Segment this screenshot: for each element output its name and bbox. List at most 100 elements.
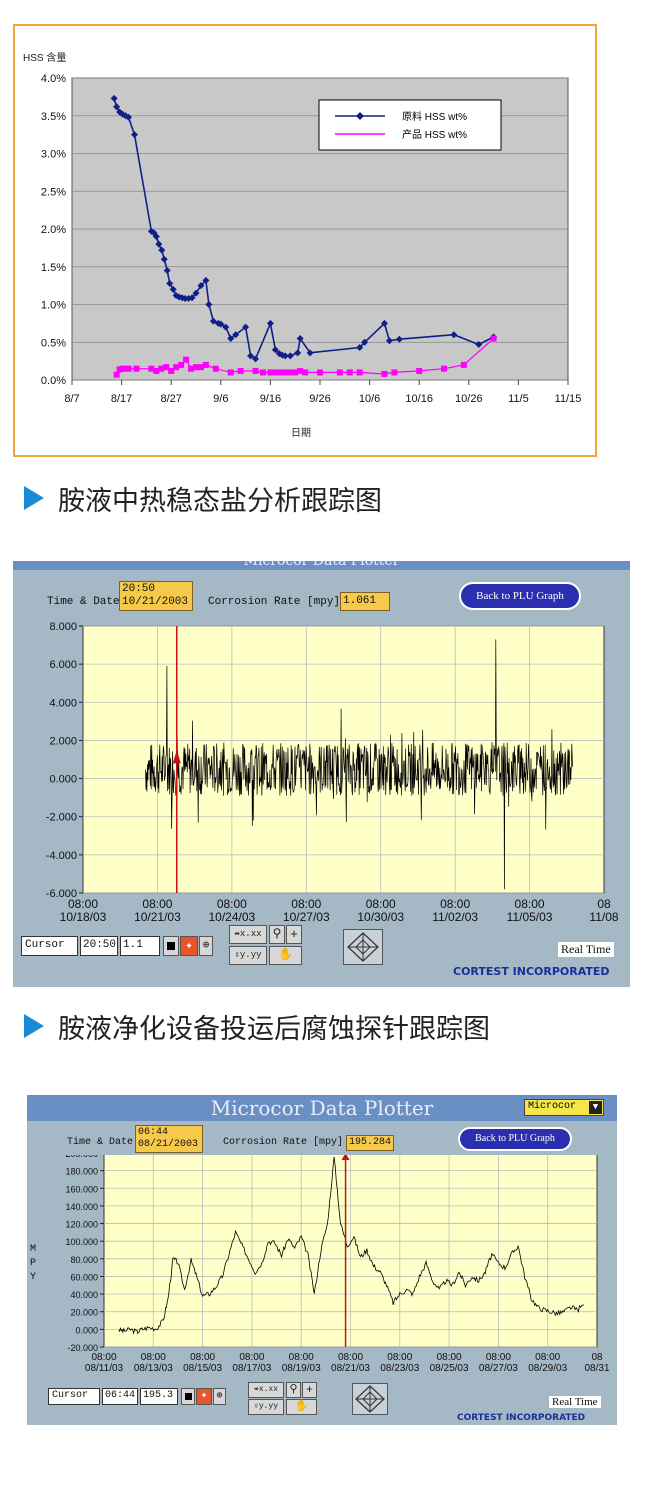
x-tick-date: 11/05/03 [507, 910, 553, 924]
caption-text: 胺液中热稳态盐分析跟踪图 [58, 485, 382, 517]
cursor-value: 195.3 [140, 1388, 178, 1405]
data-point-square [346, 369, 353, 376]
corrosion-chart-1: 8.0006.0004.0002.0000.000-2.000-4.000-6.… [46, 621, 619, 924]
x-tick-label: 10/26 [455, 393, 483, 405]
x-tick-time: 08:00 [338, 1352, 363, 1363]
x-tick-time: 08:00 [68, 897, 98, 911]
corrosion-rate-label: Corrosion Rate [mpy] [223, 1137, 344, 1148]
x-tick-time: 08:00 [486, 1352, 511, 1363]
y-tick-label: 4.000 [49, 697, 77, 709]
lock-icon[interactable]: ⊕ [199, 936, 213, 956]
data-point-square [356, 369, 363, 376]
cursor-label: Cursor [21, 936, 78, 956]
x-tick-date: 08/31 [584, 1363, 609, 1374]
y-tick-label: 100.000 [65, 1237, 98, 1247]
company-name: CORTEST INCORPORATED [453, 965, 610, 978]
navigation-diamond-icon[interactable] [352, 1383, 388, 1415]
plotter-type-dropdown[interactable]: Microcor ▼ [524, 1099, 604, 1116]
company-name: CORTEST INCORPORATED [457, 1413, 586, 1423]
x-scale-icon[interactable]: ⇹x.xx [248, 1382, 284, 1398]
legend-series-2: 产品 HSS wt% [402, 128, 467, 141]
crosshair-icon[interactable]: ✦ [180, 936, 198, 956]
time-value: 06:44 [138, 1127, 169, 1138]
data-point-square [416, 367, 423, 374]
data-point-square [237, 367, 244, 374]
data-point-square [202, 361, 209, 368]
y-tick-label: 3.5% [41, 111, 66, 123]
data-point-square [441, 365, 447, 372]
caption-text: 胺液净化设备投运后腐蚀探针跟踪图 [58, 1013, 490, 1045]
x-tick-date: 08/23/03 [380, 1363, 419, 1374]
y-scale-icon[interactable]: ⇳y.yy [229, 946, 267, 965]
x-tick-time: 08:00 [387, 1352, 412, 1363]
x-tick-date: 08/21/03 [331, 1363, 370, 1374]
x-tick-label: 9/26 [309, 393, 330, 405]
x-tick-label: 10/16 [405, 393, 433, 405]
date-value: 08/21/2003 [138, 1139, 199, 1150]
back-to-plu-graph-button[interactable]: Back to PLU Graph [458, 1127, 572, 1151]
zoom-icon[interactable]: ⚲ [286, 1382, 301, 1398]
real-time-label[interactable]: Real Time [549, 1396, 601, 1408]
cursor-time: 20:50 [80, 936, 118, 956]
x-tick-time: 08:00 [289, 1352, 314, 1363]
legend: 原料 HSS wt% 产品 HSS wt% [318, 99, 502, 151]
y-tick-label: 8.000 [49, 621, 77, 633]
x-tick-date: 08/25/03 [430, 1363, 469, 1374]
y-tick-label: 2.5% [41, 186, 66, 198]
caption-1: 胺液中热稳态盐分析跟踪图 [24, 478, 382, 518]
y-tick-label: 140.000 [65, 1202, 98, 1212]
x-tick-date: 10/24/03 [208, 910, 255, 924]
y-tick-label: 0.000 [49, 774, 77, 786]
x-tick-date: 10/30/03 [357, 910, 404, 924]
y-tick-label: 60.000 [70, 1272, 98, 1282]
cursor-label: Cursor [48, 1388, 100, 1405]
x-tick-date: 08/13/03 [134, 1363, 173, 1374]
x-tick-label: 10/6 [359, 393, 380, 405]
x-tick-date: 08/11/03 [85, 1363, 124, 1374]
y-tick-label: 6.000 [49, 659, 77, 671]
caption-2: 胺液净化设备投运后腐蚀探针跟踪图 [24, 1006, 490, 1046]
time-date-box: 06:44 08/21/2003 [135, 1125, 203, 1153]
microcor-plotter-1: Microcor Data Plotter Time & Date 20:50 … [13, 561, 630, 987]
plus-icon[interactable]: + [302, 1382, 317, 1398]
square-marker-icon[interactable] [163, 936, 179, 956]
data-point-square [259, 369, 266, 376]
microcor-plotter-2: Microcor Data Plotter Microcor ▼ Time & … [27, 1095, 617, 1425]
back-to-plu-graph-button[interactable]: Back to PLU Graph [459, 582, 581, 610]
y-tick-label: 0.000 [75, 1325, 98, 1335]
x-tick-date: 11/02/03 [432, 910, 478, 924]
x-scale-icon[interactable]: ⇹x.xx [229, 925, 267, 944]
crosshair-icon[interactable]: ✦ [196, 1388, 212, 1405]
data-point-square [133, 365, 140, 372]
data-point-square [381, 370, 388, 377]
plus-icon[interactable]: + [286, 925, 302, 944]
y-tick-label: 2.000 [49, 735, 77, 747]
data-point-square [227, 369, 234, 376]
x-tick-date: 08/15/03 [183, 1363, 222, 1374]
x-axis-label: 日期 [291, 427, 311, 439]
y-tick-label: -2.000 [46, 812, 77, 824]
data-point-square [391, 369, 398, 376]
x-tick-time: 08:00 [190, 1352, 215, 1363]
cursor-value: 1.1 [120, 936, 160, 956]
data-point-square [183, 356, 190, 363]
navigation-diamond-icon[interactable] [343, 929, 383, 965]
x-tick-label: 11/15 [555, 393, 582, 405]
real-time-label[interactable]: Real Time [558, 942, 614, 957]
square-marker-icon[interactable] [181, 1388, 195, 1405]
y-scale-icon[interactable]: ⇳y.yy [248, 1399, 284, 1415]
x-tick-time: 08:00 [437, 1352, 462, 1363]
x-tick-time: 08 [591, 1352, 603, 1363]
corrosion-rate-value: 195.284 [346, 1135, 394, 1151]
hand-pan-icon[interactable]: ✋ [286, 1399, 317, 1415]
chevron-down-icon: ▼ [589, 1101, 602, 1114]
y-tick-label: 160.000 [65, 1184, 98, 1194]
x-tick-date: 08/17/03 [232, 1363, 271, 1374]
x-tick-label: 9/6 [213, 393, 228, 405]
zoom-icon[interactable]: ⚲ [269, 925, 285, 944]
hand-pan-icon[interactable]: ✋ [269, 946, 302, 965]
data-point-square [178, 361, 185, 368]
hss-chart: HSS 含量 0.0% 0.5% 1.0% 1.5% 2.0% 2.5% 3.0% 3.5% 4… [23, 51, 582, 439]
lock-icon[interactable]: ⊕ [213, 1388, 226, 1405]
x-tick-label: 8/7 [64, 393, 79, 405]
